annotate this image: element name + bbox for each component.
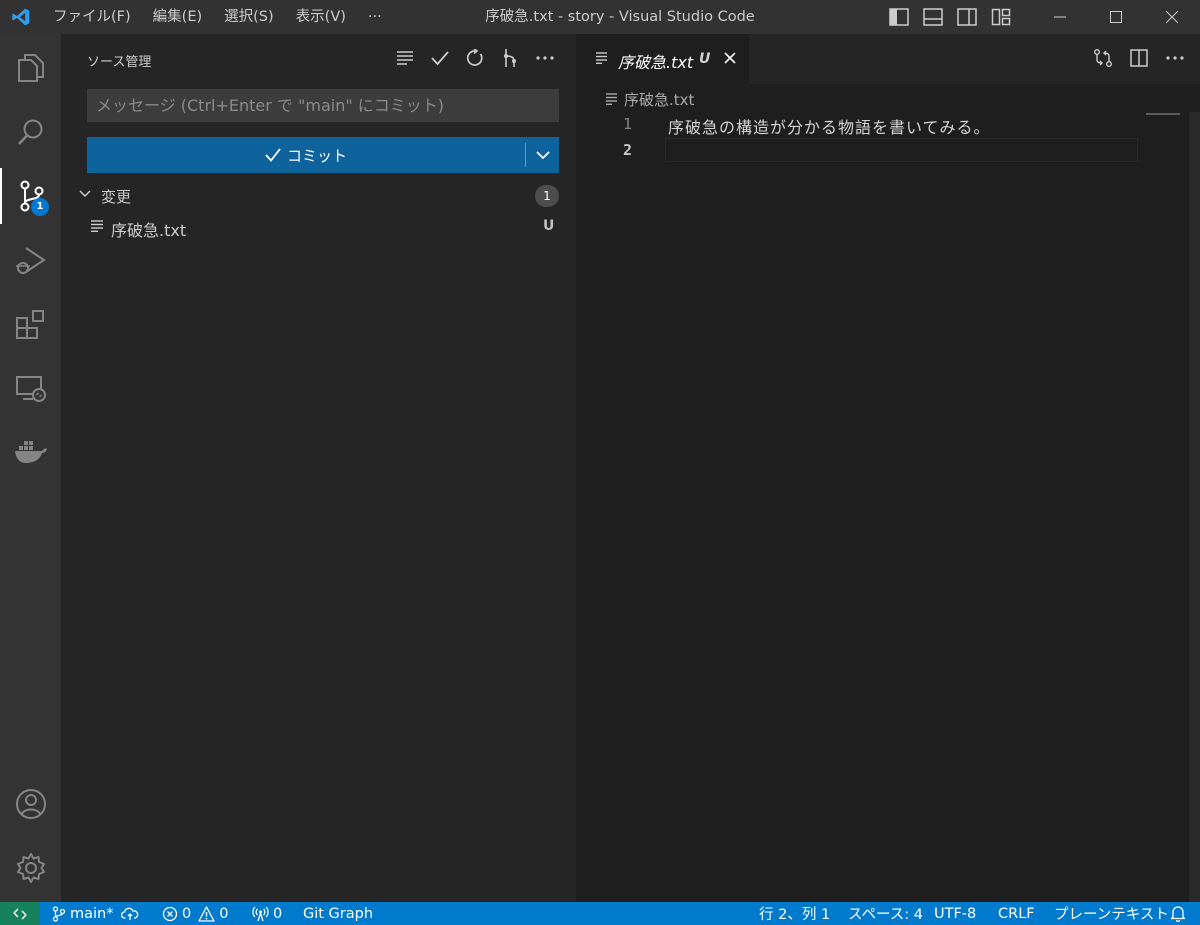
language-mode[interactable]: プレーンテキスト bbox=[1054, 902, 1169, 925]
minimap[interactable] bbox=[1146, 113, 1180, 115]
close-window-icon[interactable] bbox=[1144, 0, 1200, 34]
menu-file[interactable]: ファイル(F) bbox=[42, 0, 142, 34]
broadcast-icon bbox=[252, 906, 269, 921]
cursor-position[interactable]: 行 2、列 1 bbox=[759, 902, 830, 925]
editor-tab-bar: 序破急.txt U bbox=[576, 34, 1200, 84]
search-icon[interactable] bbox=[0, 104, 61, 160]
commit-button-label: コミット bbox=[286, 146, 347, 165]
activity-bar: 1 bbox=[0, 34, 61, 902]
window-title: 序破急.txt - story - Visual Studio Code bbox=[485, 9, 755, 25]
editor-line: 1 序破急の構造が分かる物語を書いてみる。 bbox=[576, 112, 1186, 138]
close-tab-icon[interactable] bbox=[721, 49, 739, 67]
docker-icon[interactable] bbox=[0, 424, 61, 480]
extensions-icon[interactable] bbox=[0, 296, 61, 352]
toggle-primary-sidebar-icon[interactable] bbox=[888, 6, 910, 28]
panel-actions bbox=[394, 46, 556, 70]
editor-tab[interactable]: 序破急.txt U bbox=[576, 34, 749, 84]
notifications-bell-icon[interactable] bbox=[1170, 902, 1186, 925]
panel-title: ソース管理 bbox=[87, 55, 152, 70]
toggle-secondary-sidebar-icon[interactable] bbox=[956, 6, 978, 28]
refresh-icon[interactable] bbox=[464, 46, 486, 70]
window-controls bbox=[1032, 0, 1200, 34]
ports-status[interactable]: 0 bbox=[252, 902, 282, 925]
changed-file-name: 序破急.txt bbox=[111, 221, 187, 240]
vertical-scrollbar[interactable] bbox=[1189, 112, 1200, 902]
menu-view[interactable]: 表示(V) bbox=[285, 0, 357, 34]
line-number: 1 bbox=[622, 115, 632, 133]
panel-header: ソース管理 bbox=[61, 34, 576, 84]
text-file-icon bbox=[596, 52, 608, 64]
status-bar: main* 0 0 0 Git Graph 行 2、列 1 スペース: 4 UT… bbox=[0, 902, 1200, 925]
text-editor[interactable]: 1 序破急の構造が分かる物語を書いてみる。 2 bbox=[576, 112, 1200, 902]
line-text: 序破急の構造が分かる物語を書いてみる。 bbox=[668, 118, 991, 137]
ports-count: 0 bbox=[273, 905, 283, 922]
menu-selection[interactable]: 選択(S) bbox=[213, 0, 285, 34]
toggle-panel-icon[interactable] bbox=[922, 6, 944, 28]
line-number: 2 bbox=[622, 141, 632, 159]
check-icon bbox=[265, 148, 281, 162]
layout-controls bbox=[888, 0, 1012, 34]
remote-indicator-icon[interactable] bbox=[0, 902, 40, 925]
manage-gear-icon[interactable] bbox=[0, 840, 61, 896]
error-icon bbox=[162, 906, 178, 921]
accounts-icon[interactable] bbox=[0, 776, 61, 832]
editor-line-current: 2 bbox=[576, 138, 1186, 164]
customize-layout-icon[interactable] bbox=[990, 6, 1012, 28]
encoding-status[interactable]: UTF-8 bbox=[934, 902, 976, 925]
editor-more-icon[interactable] bbox=[1164, 46, 1186, 70]
run-debug-icon[interactable] bbox=[0, 232, 61, 288]
menu-bar: ファイル(F) 編集(E) 選択(S) 表示(V) ··· bbox=[42, 0, 393, 34]
source-control-badge: 1 bbox=[31, 198, 49, 216]
sync-cloud-icon bbox=[121, 907, 139, 920]
minimize-icon[interactable] bbox=[1032, 0, 1088, 34]
file-status-untracked: U bbox=[543, 218, 555, 234]
changed-file-item[interactable]: 序破急.txt U bbox=[61, 213, 576, 241]
branch-status[interactable]: main* bbox=[52, 902, 139, 925]
branch-icon bbox=[52, 905, 66, 922]
title-bar: ファイル(F) 編集(E) 選択(S) 表示(V) ··· 序破急.txt - … bbox=[0, 0, 1200, 34]
text-file-icon bbox=[606, 93, 617, 105]
branch-name: main* bbox=[70, 905, 114, 922]
more-actions-icon[interactable] bbox=[534, 46, 556, 70]
commit-dropdown-chevron-icon[interactable] bbox=[526, 137, 559, 173]
commit-check-icon[interactable] bbox=[429, 46, 451, 70]
changes-group-header[interactable]: 変更 1 bbox=[61, 182, 576, 210]
open-changes-icon[interactable] bbox=[1092, 46, 1114, 70]
error-count: 0 bbox=[182, 905, 192, 922]
remote-explorer-icon[interactable] bbox=[0, 360, 61, 416]
menu-more[interactable]: ··· bbox=[357, 0, 393, 34]
changes-label: 変更 bbox=[101, 188, 132, 206]
tab-status: U bbox=[699, 51, 711, 67]
problems-status[interactable]: 0 0 bbox=[162, 902, 228, 925]
warning-count: 0 bbox=[219, 905, 229, 922]
editor-actions bbox=[1092, 46, 1186, 70]
git-graph-button[interactable]: Git Graph bbox=[303, 902, 373, 925]
current-line-highlight bbox=[665, 138, 1138, 162]
tab-label: 序破急.txt bbox=[618, 53, 694, 72]
commit-button[interactable]: コミット bbox=[87, 137, 525, 173]
commit-button-group: コミット bbox=[87, 137, 559, 173]
indentation-status[interactable]: スペース: 4 bbox=[848, 902, 923, 925]
source-control-panel: ソース管理 メッセージ (Ctrl+Enter で "main" にコミット) … bbox=[61, 34, 576, 902]
branch-graph-icon[interactable] bbox=[499, 46, 521, 70]
breadcrumb[interactable]: 序破急.txt bbox=[606, 88, 694, 110]
split-editor-icon[interactable] bbox=[1128, 46, 1150, 70]
explorer-icon[interactable] bbox=[0, 40, 61, 96]
view-as-list-icon[interactable] bbox=[394, 46, 416, 70]
commit-message-input[interactable]: メッセージ (Ctrl+Enter で "main" にコミット) bbox=[87, 89, 559, 122]
breadcrumb-file: 序破急.txt bbox=[624, 90, 695, 109]
warning-icon bbox=[198, 905, 215, 922]
text-file-icon bbox=[91, 220, 104, 232]
chevron-down-icon bbox=[78, 187, 92, 201]
menu-edit[interactable]: 編集(E) bbox=[142, 0, 213, 34]
eol-status[interactable]: CRLF bbox=[998, 902, 1035, 925]
source-control-icon[interactable]: 1 bbox=[0, 168, 61, 224]
changes-count-badge: 1 bbox=[535, 185, 559, 207]
vscode-logo-icon bbox=[0, 0, 42, 34]
maximize-icon[interactable] bbox=[1088, 0, 1144, 34]
